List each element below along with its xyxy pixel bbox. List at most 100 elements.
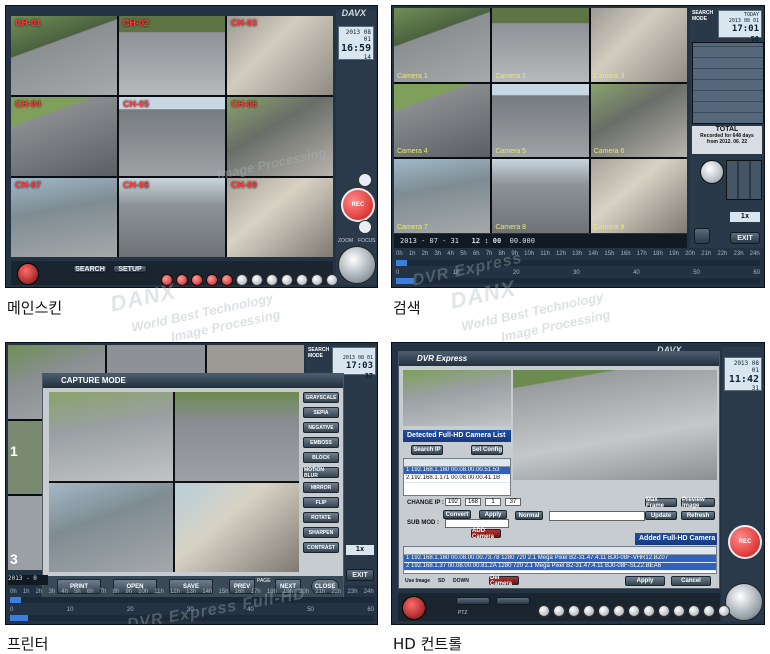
setup-button[interactable] bbox=[496, 597, 530, 605]
camera-tile[interactable]: CH-08 bbox=[119, 178, 225, 257]
camera-tile[interactable]: CH-01 bbox=[11, 16, 117, 95]
filter-button[interactable]: EMBOSS bbox=[303, 437, 339, 448]
channel-button[interactable] bbox=[643, 605, 655, 617]
channel-button[interactable] bbox=[553, 605, 565, 617]
playback-controls[interactable] bbox=[726, 160, 762, 200]
ip-octet[interactable]: 1 bbox=[485, 498, 501, 506]
channel-button[interactable] bbox=[191, 274, 203, 286]
filter-button[interactable]: SHARPEN bbox=[303, 527, 339, 538]
channel-button[interactable] bbox=[176, 274, 188, 286]
filter-button[interactable]: MIRROR bbox=[303, 482, 339, 493]
hour-timeline[interactable] bbox=[10, 597, 374, 603]
power-button[interactable] bbox=[17, 263, 39, 285]
camera-tile[interactable]: Camera 3 bbox=[590, 8, 687, 82]
sd-option[interactable]: SD bbox=[438, 578, 445, 584]
filter-button[interactable]: CONTRAST bbox=[303, 542, 339, 553]
play-button[interactable] bbox=[700, 160, 724, 184]
ip-octet[interactable]: 192 bbox=[445, 498, 461, 506]
camera-tile[interactable]: Camera 1 bbox=[394, 8, 491, 82]
setup-button[interactable]: SETUP bbox=[113, 265, 147, 273]
channel-button[interactable] bbox=[718, 605, 730, 617]
convert-button[interactable]: Convert bbox=[443, 510, 471, 519]
rec-button[interactable]: REC bbox=[728, 525, 762, 559]
camera-tile[interactable]: Camera 2 bbox=[492, 8, 589, 82]
camera-tile[interactable]: Camera 7 bbox=[394, 159, 491, 233]
refresh-button[interactable]: Refresh bbox=[681, 511, 715, 520]
cancel-button[interactable]: Cancel bbox=[671, 576, 711, 586]
camera-tile[interactable]: Camera 9 bbox=[590, 159, 687, 233]
channel-button[interactable] bbox=[628, 605, 640, 617]
channel-button[interactable] bbox=[673, 605, 685, 617]
filter-button[interactable]: NEGATIVE bbox=[303, 422, 339, 433]
channel-button[interactable] bbox=[703, 605, 715, 617]
exit-button[interactable]: EXIT bbox=[346, 569, 374, 581]
layout-button[interactable] bbox=[311, 274, 323, 286]
channel-button[interactable] bbox=[613, 605, 625, 617]
add-camera-button[interactable]: ADD Camera bbox=[471, 528, 501, 540]
filter-button[interactable]: BLOCK bbox=[303, 452, 339, 463]
use-image-checkbox[interactable]: Use Image bbox=[405, 578, 430, 584]
channel-button[interactable] bbox=[688, 605, 700, 617]
channel-button[interactable] bbox=[568, 605, 580, 617]
filter-button[interactable]: ROTATE bbox=[303, 512, 339, 523]
rec-button[interactable]: REC bbox=[341, 188, 375, 222]
search-button[interactable] bbox=[456, 597, 490, 605]
update-button[interactable]: Update bbox=[645, 511, 677, 520]
calendar[interactable] bbox=[692, 42, 764, 124]
camera-tile[interactable]: CH-04 bbox=[11, 97, 117, 176]
preview-image-button[interactable]: Preview Image bbox=[681, 497, 715, 509]
exit-button[interactable]: EXIT bbox=[730, 232, 760, 244]
table-row[interactable]: 2 192.168.1.37 00.08.00.00.81.2A 1280 72… bbox=[404, 563, 716, 571]
filter-button[interactable]: MOTION BLUR bbox=[303, 467, 339, 479]
camera-tile[interactable]: Camera 6 bbox=[590, 83, 687, 158]
channel-button[interactable] bbox=[538, 605, 550, 617]
camera-tile[interactable]: CH-05 bbox=[119, 97, 225, 176]
down-option[interactable]: DOWN bbox=[453, 578, 469, 584]
set-config-button[interactable]: Set Config bbox=[471, 445, 503, 455]
normal-dropdown[interactable]: Normal bbox=[515, 511, 543, 520]
layout-button[interactable] bbox=[281, 274, 293, 286]
camera-tile[interactable]: CH-09 bbox=[227, 178, 333, 257]
filter-button[interactable]: SEPIA bbox=[303, 407, 339, 418]
camera-tile[interactable]: CH-03 bbox=[227, 16, 333, 95]
max-frame-button[interactable]: Max Frame bbox=[645, 497, 677, 509]
ptz-dial[interactable] bbox=[338, 246, 376, 284]
camera-tile[interactable]: Camera 5 bbox=[492, 83, 589, 158]
channel-button[interactable] bbox=[206, 274, 218, 286]
layout-button[interactable] bbox=[296, 274, 308, 286]
apply-button[interactable]: Apply bbox=[625, 576, 665, 586]
camera-tile[interactable]: Camera 8 bbox=[492, 159, 589, 233]
filter-button[interactable]: GRAYSCALE bbox=[303, 392, 339, 403]
zoom-in-icon[interactable] bbox=[358, 173, 372, 187]
ptz-dial[interactable] bbox=[725, 583, 763, 621]
table-row[interactable]: 1 192.168.1.160 00.08.00.00.51.53 bbox=[404, 467, 510, 475]
channel-button[interactable] bbox=[598, 605, 610, 617]
search-ip-button[interactable]: Search IP bbox=[411, 445, 443, 455]
ip-input[interactable]: 192 168 1 37 bbox=[445, 498, 521, 506]
snapshot-button[interactable] bbox=[694, 228, 710, 244]
layout-button[interactable] bbox=[236, 274, 248, 286]
power-button[interactable] bbox=[402, 596, 426, 620]
zoom-out-icon[interactable] bbox=[358, 220, 372, 234]
capture-image[interactable] bbox=[175, 483, 299, 572]
search-button[interactable]: SEARCH bbox=[73, 265, 107, 273]
layout-button[interactable] bbox=[326, 274, 338, 286]
camera-tile[interactable]: CH-07 bbox=[11, 178, 117, 257]
capture-image[interactable] bbox=[49, 392, 173, 481]
normal-field[interactable] bbox=[549, 511, 645, 521]
table-row[interactable]: 2 192.168.1.171 00.08.00.00.41.1B bbox=[404, 475, 510, 483]
layout-button[interactable] bbox=[266, 274, 278, 286]
ip-octet[interactable]: 37 bbox=[505, 498, 521, 506]
capture-image[interactable] bbox=[175, 392, 299, 481]
table-row[interactable]: 1 192.168.1.160 00.08.00.00.73.78 1280 7… bbox=[404, 555, 716, 563]
filter-button[interactable]: FLIP bbox=[303, 497, 339, 508]
ip-octet[interactable]: 168 bbox=[465, 498, 481, 506]
camera-tile[interactable]: Camera 4 bbox=[394, 83, 491, 158]
apply-ip-button[interactable]: Apply bbox=[479, 510, 507, 519]
camera-tile[interactable]: CH-02 bbox=[119, 16, 225, 95]
channel-button[interactable] bbox=[221, 274, 233, 286]
channel-button[interactable] bbox=[658, 605, 670, 617]
capture-image[interactable] bbox=[49, 483, 173, 572]
channel-button[interactable] bbox=[583, 605, 595, 617]
del-camera-button[interactable]: Del Camera bbox=[489, 575, 519, 587]
